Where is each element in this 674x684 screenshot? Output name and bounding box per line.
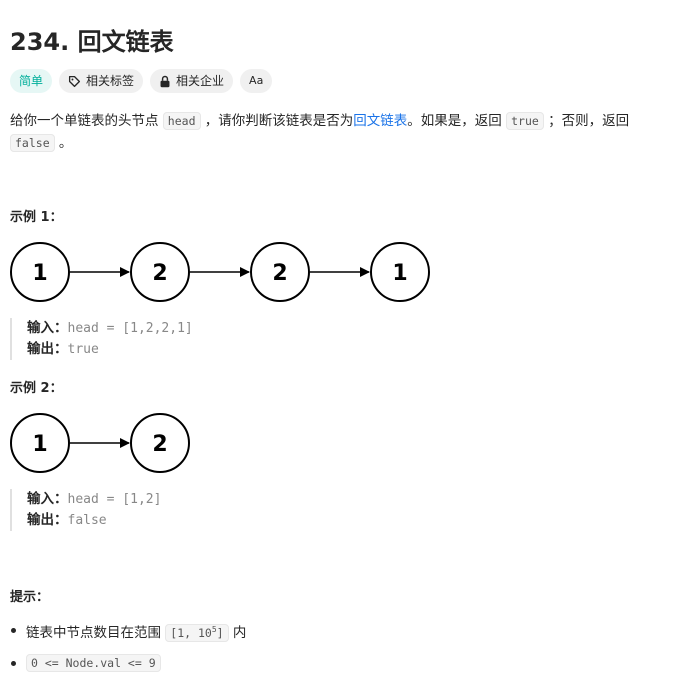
output-label: 输出： bbox=[27, 341, 68, 357]
svg-text:1: 1 bbox=[392, 261, 407, 286]
input-value: head = [1,2] bbox=[67, 492, 162, 507]
example-2-io: 输入：head = [1,2] 输出：false bbox=[10, 489, 161, 531]
tag-bar: 简单 相关标签 相关企业 Aa bbox=[10, 69, 273, 93]
list-node: 1 bbox=[10, 413, 70, 473]
related-companies-button[interactable]: 相关企业 bbox=[150, 69, 234, 93]
difficulty-badge[interactable]: 简单 bbox=[10, 69, 53, 93]
output-label: 输出： bbox=[27, 512, 68, 528]
desc-text-1: 给你一个单链表的头节点 bbox=[10, 113, 163, 129]
related-companies-label: 相关企业 bbox=[176, 74, 225, 88]
problem-title: 234. 回文链表 bbox=[10, 28, 174, 56]
desc-text-4: ；否则，返回 bbox=[543, 113, 630, 129]
constraint-code: [1, 105] bbox=[165, 623, 229, 642]
desc-text-5: 。 bbox=[54, 135, 73, 151]
output-value: false bbox=[67, 513, 107, 528]
input-label: 输入： bbox=[27, 491, 68, 507]
svg-text:1: 1 bbox=[32, 432, 47, 457]
desc-text-2: ，请你判断该链表是否为 bbox=[200, 113, 354, 129]
input-label: 输入： bbox=[27, 320, 68, 336]
svg-text:2: 2 bbox=[152, 261, 167, 286]
code-head: head bbox=[162, 112, 201, 130]
output-value: true bbox=[67, 342, 99, 357]
related-tags-button[interactable]: 相关标签 bbox=[59, 69, 144, 93]
svg-text:2: 2 bbox=[152, 432, 167, 457]
example-2-linked-list-diagram: 1 2 bbox=[10, 413, 190, 473]
difficulty-label: 简单 bbox=[19, 74, 44, 88]
related-tags-label: 相关标签 bbox=[86, 74, 135, 88]
problem-description: 给你一个单链表的头节点 head ，请你判断该链表是否为回文链表。如果是，返回 … bbox=[10, 110, 660, 154]
constraint-item: 链表中节点数目在范围 [1, 105] 内 bbox=[10, 618, 246, 642]
constraint-suffix: 内 bbox=[228, 624, 247, 641]
example-1-title: 示例 1： bbox=[10, 210, 63, 225]
list-node: 1 bbox=[10, 242, 70, 302]
list-node: 2 bbox=[130, 413, 190, 473]
list-node: 2 bbox=[250, 242, 310, 302]
lock-icon bbox=[159, 75, 171, 88]
svg-text:1: 1 bbox=[32, 261, 47, 286]
constraint-code: 0 <= Node.val <= 9 bbox=[26, 654, 161, 672]
code-true: true bbox=[506, 112, 544, 130]
constraints-list: 链表中节点数目在范围 [1, 105] 内 0 <= Node.val <= 9 bbox=[10, 618, 246, 684]
font-setting-button[interactable]: Aa bbox=[240, 69, 273, 93]
input-value: head = [1,2,2,1] bbox=[67, 321, 193, 336]
tag-icon bbox=[68, 75, 81, 88]
list-node: 2 bbox=[130, 242, 190, 302]
constraint-item: 0 <= Node.val <= 9 bbox=[10, 651, 246, 675]
constraint-text: 链表中节点数目在范围 bbox=[26, 624, 166, 641]
example-2-title: 示例 2： bbox=[10, 381, 63, 396]
palindrome-link[interactable]: 回文链表 bbox=[353, 113, 407, 129]
code-false: false bbox=[10, 134, 55, 152]
font-size-icon: Aa bbox=[249, 74, 264, 87]
svg-text:2: 2 bbox=[272, 261, 287, 286]
constraints-title: 提示： bbox=[10, 590, 50, 605]
desc-text-3: 。如果是，返回 bbox=[407, 113, 507, 129]
example-1-linked-list-diagram: 1 2 2 1 bbox=[10, 242, 430, 302]
example-1-io: 输入：head = [1,2,2,1] 输出：true bbox=[10, 318, 193, 360]
list-node: 1 bbox=[370, 242, 430, 302]
